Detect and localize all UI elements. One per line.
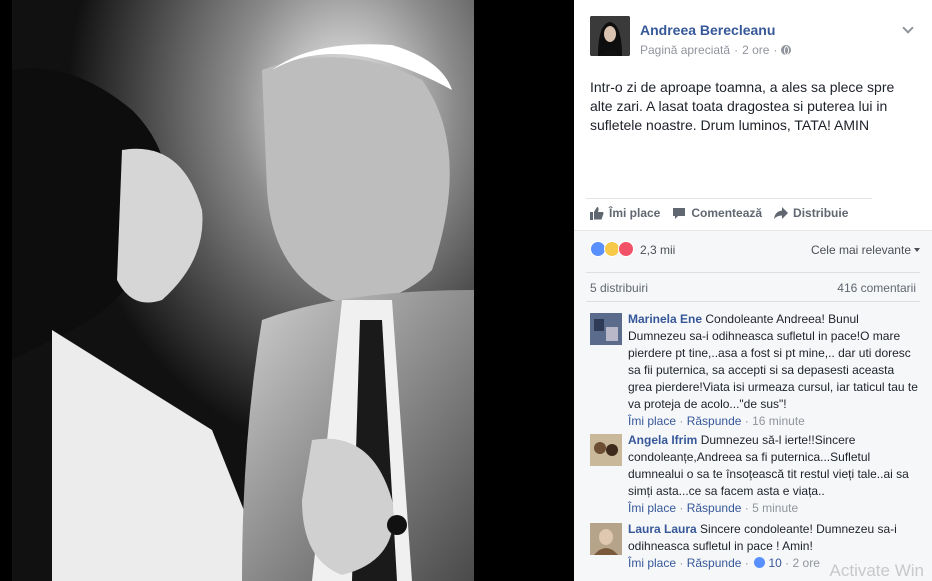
comment-content: Marinela Ene Condoleante Andreea! Bunul …	[628, 311, 918, 413]
post-photo[interactable]	[12, 0, 474, 581]
activate-windows-watermark: Activate Win	[829, 561, 924, 580]
author-avatar[interactable]	[590, 16, 630, 56]
comment-text: Condoleante Andreea! Bunul Dumnezeu sa-i…	[628, 312, 918, 411]
page-liked-label: Pagină apreciată	[640, 43, 731, 57]
post-panel: Andreea Berecleanu Pagină apreciată · 2 …	[574, 0, 932, 581]
comment-like-link[interactable]: Îmi place	[628, 414, 676, 428]
comment-reply-link[interactable]: Răspunde	[687, 414, 742, 428]
comment-links: Îmi place · Răspunde · 5 minute	[628, 500, 918, 517]
like-button[interactable]: Îmi place	[590, 204, 660, 222]
comment-sort-select[interactable]: Cele mai relevante	[811, 243, 920, 257]
comment-body: Angela Ifrim Dumnezeu să-l ierte!!Sincer…	[628, 432, 918, 517]
caret-down-icon	[914, 248, 920, 252]
photo-viewer	[0, 0, 574, 581]
comment-like-link[interactable]: Îmi place	[628, 501, 676, 515]
comments-count[interactable]: 416 comentarii	[837, 281, 916, 295]
post-actions: Îmi place Comentează Distribuie	[590, 204, 848, 222]
meta-separator: ·	[734, 43, 739, 57]
share-label: Distribuie	[793, 206, 849, 220]
commenter-avatar[interactable]	[590, 523, 622, 555]
divider	[586, 301, 920, 302]
divider	[586, 272, 920, 273]
comment-author[interactable]: Angela Ifrim	[628, 433, 697, 447]
like-count-icon	[754, 557, 766, 568]
comment-time[interactable]: 16 minute	[752, 414, 805, 428]
post-time[interactable]: 2 ore	[742, 43, 769, 57]
link-separator: ·	[679, 501, 687, 515]
comment-like-link[interactable]: Îmi place	[628, 556, 676, 570]
author-name[interactable]: Andreea Berecleanu	[640, 22, 775, 38]
comment-like-count[interactable]: 10	[768, 556, 781, 570]
comment-label: Comentează	[691, 206, 763, 220]
share-arrow-icon	[774, 206, 789, 219]
reaction-count[interactable]: 2,3 mii	[640, 243, 675, 257]
commenter-avatar[interactable]	[590, 434, 622, 466]
comment-reply-link[interactable]: Răspunde	[687, 501, 742, 515]
love-reaction-icon	[618, 241, 634, 257]
post-header: Andreea Berecleanu Pagină apreciată · 2 …	[590, 16, 920, 62]
link-separator: ·	[679, 556, 687, 570]
reaction-icons[interactable]	[590, 241, 634, 257]
link-separator: ·	[785, 556, 793, 570]
comment-reply-link[interactable]: Răspunde	[687, 556, 742, 570]
comment-author[interactable]: Laura Laura	[628, 522, 697, 536]
post-text: Intr-o zi de aproape toamna, a ales sa p…	[590, 79, 895, 133]
comment-links: Îmi place · Răspunde · 16 minute	[628, 413, 918, 430]
post-meta: Pagină apreciată · 2 ore ·	[640, 43, 792, 57]
comment-button[interactable]: Comentează	[672, 204, 762, 222]
comment-content: Laura Laura Sincere condoleante! Dumneze…	[628, 521, 918, 555]
shares-count[interactable]: 5 distribuiri	[590, 281, 648, 295]
comments-section: 2,3 mii Cele mai relevante 5 distribuiri…	[574, 230, 932, 581]
comment-author[interactable]: Marinela Ene	[628, 312, 702, 326]
comment-icon	[673, 207, 686, 219]
like-label: Îmi place	[609, 206, 661, 220]
share-button[interactable]: Distribuie	[774, 204, 848, 222]
sort-label: Cele mai relevante	[810, 243, 911, 257]
divider	[586, 198, 872, 199]
link-separator: ·	[679, 414, 687, 428]
reactions-row: 2,3 mii Cele mai relevante	[590, 241, 920, 261]
meta-separator: ·	[773, 43, 778, 57]
comment-body: Marinela Ene Condoleante Andreea! Bunul …	[628, 311, 918, 430]
link-separator: ·	[744, 556, 753, 570]
thumbs-up-icon	[590, 206, 604, 220]
chevron-down-icon[interactable]	[902, 22, 914, 34]
commenter-avatar[interactable]	[590, 313, 622, 345]
comment-time[interactable]: 2 ore	[793, 556, 820, 570]
comment-time[interactable]: 5 minute	[752, 501, 798, 515]
comment-content: Angela Ifrim Dumnezeu să-l ierte!!Sincer…	[628, 432, 918, 500]
globe-icon	[781, 45, 792, 55]
